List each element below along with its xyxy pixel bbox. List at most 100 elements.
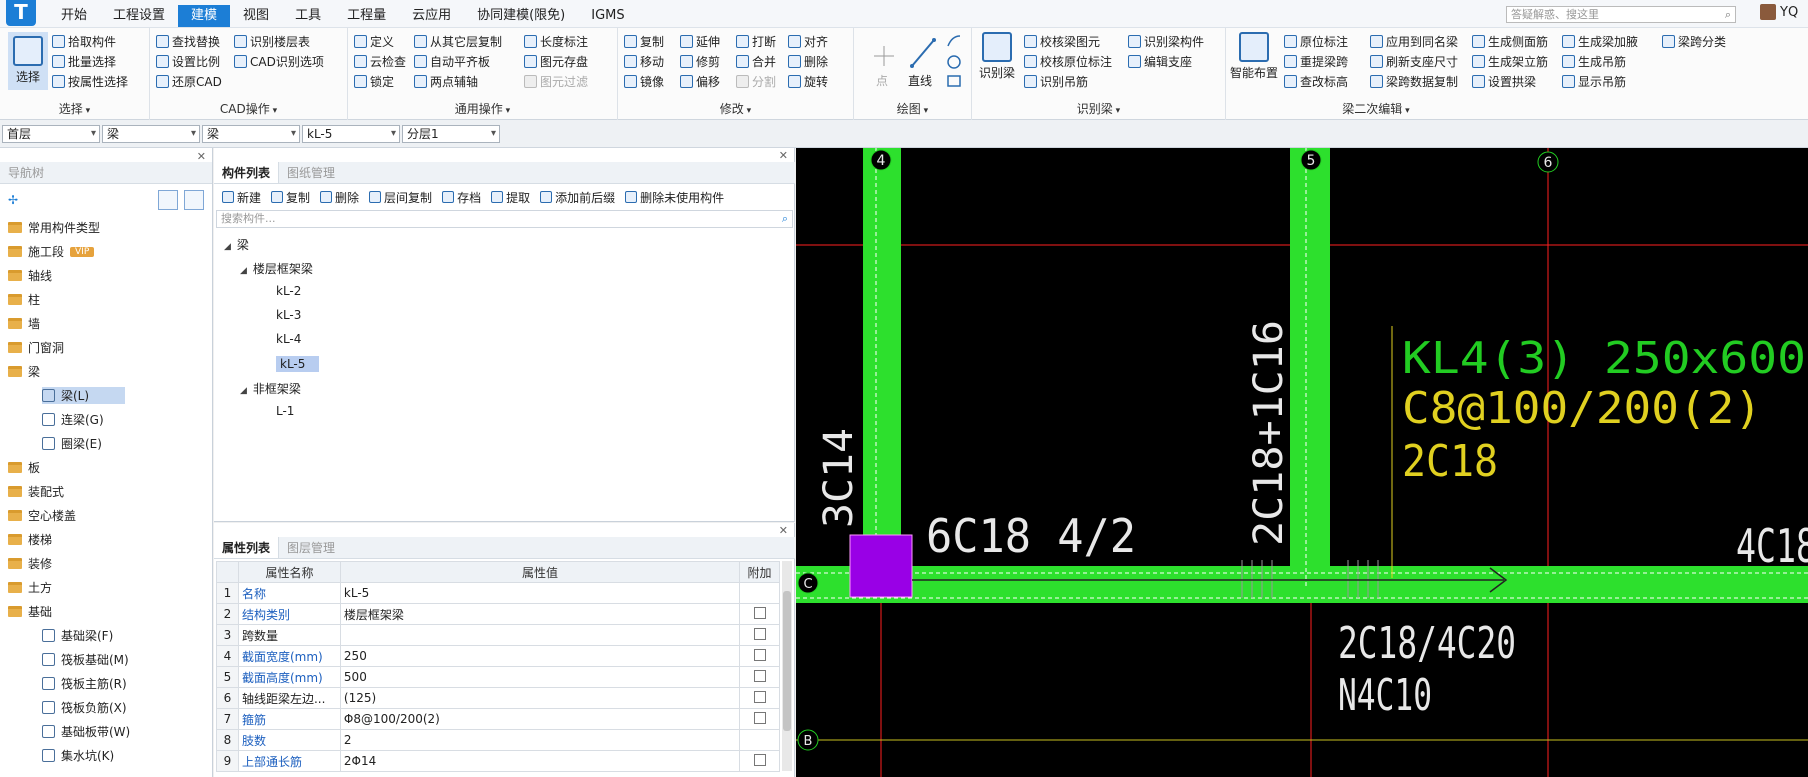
property-value[interactable]: Φ8@100/200(2) xyxy=(339,708,741,730)
property-row[interactable]: 2 结构类别 楼层框架梁 xyxy=(216,603,780,625)
nav-item[interactable]: 板 xyxy=(8,459,40,476)
tree-node[interactable]: kL-4 xyxy=(276,332,301,346)
extra-checkbox[interactable] xyxy=(753,606,766,619)
ribbon-button[interactable]: 长度标注 xyxy=(524,32,588,50)
floor-select[interactable]: 首层 xyxy=(2,125,100,143)
component-subtype-select[interactable]: 梁 xyxy=(202,125,300,143)
nav-item[interactable]: 门窗洞 xyxy=(8,339,64,356)
property-value[interactable] xyxy=(339,624,741,646)
rectangle-icon[interactable] xyxy=(947,75,961,87)
ribbon-button[interactable]: 定义 xyxy=(354,32,394,50)
tree-node[interactable]: kL-5 xyxy=(276,356,320,372)
ribbon-button[interactable]: 识别吊筋 xyxy=(1024,72,1088,90)
component-type-select[interactable]: 梁 xyxy=(102,125,200,143)
search-icon[interactable]: ⌕ xyxy=(1725,7,1731,22)
close-icon[interactable]: ✕ xyxy=(779,149,788,162)
ribbon-button[interactable]: 生成梁加腋 xyxy=(1562,32,1638,50)
tree-node[interactable]: L-1 xyxy=(276,404,294,418)
close-icon[interactable]: ✕ xyxy=(779,524,788,537)
nav-item[interactable]: 基础板带(W) xyxy=(42,723,130,740)
extra-checkbox[interactable] xyxy=(753,648,766,661)
tab-2[interactable]: 建模 xyxy=(178,5,231,27)
line-icon[interactable] xyxy=(910,38,936,68)
component-tool-button[interactable]: 层间复制 xyxy=(369,189,432,206)
component-tool-button[interactable]: 复制 xyxy=(271,189,310,206)
nav-item[interactable]: 施工段 VIP xyxy=(8,243,95,260)
component-tool-button[interactable]: 新建 xyxy=(222,189,261,206)
tab-drawing-management[interactable]: 图纸管理 xyxy=(279,162,343,183)
beam-label-stirrup[interactable]: C8@100/200(2) xyxy=(1402,383,1762,434)
ribbon-button[interactable]: 生成吊筋 xyxy=(1562,52,1626,70)
smart-layout-button[interactable]: 智能布置 xyxy=(1228,32,1280,81)
beam-label-top-bar[interactable]: 2C18 xyxy=(1402,436,1498,487)
nav-item[interactable]: 墙 xyxy=(8,315,40,332)
extra-checkbox[interactable] xyxy=(753,711,766,724)
ribbon-button[interactable]: 设置拱梁 xyxy=(1472,72,1536,90)
tab-component-list[interactable]: 构件列表 xyxy=(214,162,280,183)
nav-item[interactable]: 土方 xyxy=(8,579,52,596)
property-scrollbar[interactable] xyxy=(782,561,792,771)
ribbon-button[interactable]: 锁定 xyxy=(354,72,394,90)
property-value[interactable]: (125) xyxy=(339,687,741,709)
property-row[interactable]: 9 上部通长筋 2Φ14 xyxy=(216,750,780,772)
ribbon-button[interactable]: 刷新支座尺寸 xyxy=(1370,52,1458,70)
collapse-icon[interactable]: ◢ xyxy=(240,386,247,396)
component-tool-button[interactable]: 提取 xyxy=(491,189,530,206)
ribbon-button[interactable]: 图元过滤 xyxy=(524,72,588,90)
tab-layer-management[interactable]: 图层管理 xyxy=(279,537,343,558)
tab-5[interactable]: 工程量 xyxy=(334,5,399,27)
property-value[interactable]: 500 xyxy=(339,666,741,688)
ribbon-button[interactable]: 自动平齐板 xyxy=(414,52,490,70)
ribbon-button[interactable]: CAD识别选项 xyxy=(234,52,324,70)
component-tool-button[interactable]: 添加前后缀 xyxy=(540,189,615,206)
nav-item[interactable]: 梁 xyxy=(8,363,40,380)
drawing-canvas[interactable]: 4 5 6 C B KL4(3) 250x600 C8@100/200(2) 2… xyxy=(796,148,1808,777)
ribbon-button[interactable]: 分割 xyxy=(736,72,776,90)
user-account[interactable]: YQ xyxy=(1760,4,1798,20)
ribbon-button[interactable]: 生成侧面筋 xyxy=(1472,32,1548,50)
property-value[interactable]: 楼层框架梁 xyxy=(339,603,741,625)
pin-icon[interactable]: ✢ xyxy=(8,193,18,207)
tab-3[interactable]: 视图 xyxy=(230,5,282,27)
ribbon-button[interactable]: 梁跨数据复制 xyxy=(1370,72,1458,90)
property-row[interactable]: 7 箍筋 Φ8@100/200(2) xyxy=(216,708,780,730)
ribbon-button[interactable]: 应用到同名梁 xyxy=(1370,32,1458,50)
ribbon-button[interactable]: 打断 xyxy=(736,32,776,50)
list-view-icon[interactable] xyxy=(158,190,178,210)
nav-item[interactable]: 柱 xyxy=(8,291,40,308)
beam-label-side-bar[interactable]: N4C10 xyxy=(1338,670,1432,721)
tree-node[interactable]: kL-2 xyxy=(276,284,301,298)
ribbon-button[interactable]: 还原CAD xyxy=(156,72,222,90)
component-search-input[interactable]: 搜索构件... ⌕ xyxy=(216,210,793,228)
tree-node[interactable]: ◢ 非框架梁 xyxy=(240,380,301,397)
property-row[interactable]: 6 轴线距梁左边... (125) xyxy=(216,687,780,709)
property-value[interactable]: kL-5 xyxy=(339,582,741,604)
tab-1[interactable]: 工程设置 xyxy=(100,5,178,27)
property-value[interactable]: 250 xyxy=(339,645,741,667)
nav-item[interactable]: 基础 xyxy=(8,603,52,620)
nav-item[interactable]: 常用构件类型 xyxy=(8,219,100,236)
extra-checkbox[interactable] xyxy=(753,690,766,703)
tree-node[interactable]: ◢ 梁 xyxy=(224,236,249,253)
help-search-input[interactable]: 答疑解惑、搜这里 ⌕ xyxy=(1506,6,1736,23)
column-label-3c14[interactable]: 3C14 xyxy=(816,428,862,528)
search-icon[interactable]: ⌕ xyxy=(782,211,788,227)
ribbon-button[interactable]: 梁跨分类 xyxy=(1662,32,1726,50)
column-c4[interactable] xyxy=(849,534,913,598)
ribbon-button[interactable]: 校核原位标注 xyxy=(1024,52,1112,70)
ribbon-button[interactable]: 设置比例 xyxy=(156,52,220,70)
extra-checkbox[interactable] xyxy=(753,669,766,682)
ribbon-button[interactable]: 移动 xyxy=(624,52,664,70)
nav-item[interactable]: 装配式 xyxy=(8,483,64,500)
ribbon-button[interactable]: 从其它层复制 xyxy=(414,32,502,50)
ribbon-button[interactable]: 偏移 xyxy=(680,72,720,90)
property-row[interactable]: 3 跨数量 xyxy=(216,624,780,646)
ribbon-button[interactable]: 对齐 xyxy=(788,32,828,50)
select-button[interactable]: 选择 xyxy=(8,32,48,90)
ribbon-button[interactable]: 生成架立筋 xyxy=(1472,52,1548,70)
point-tool-label[interactable]: 点 xyxy=(876,72,888,89)
ribbon-button[interactable]: 批量选择 xyxy=(52,52,116,70)
property-row[interactable]: 4 截面宽度(mm) 250 xyxy=(216,645,780,667)
tab-property-list[interactable]: 属性列表 xyxy=(214,537,280,558)
ribbon-button[interactable]: 延伸 xyxy=(680,32,720,50)
